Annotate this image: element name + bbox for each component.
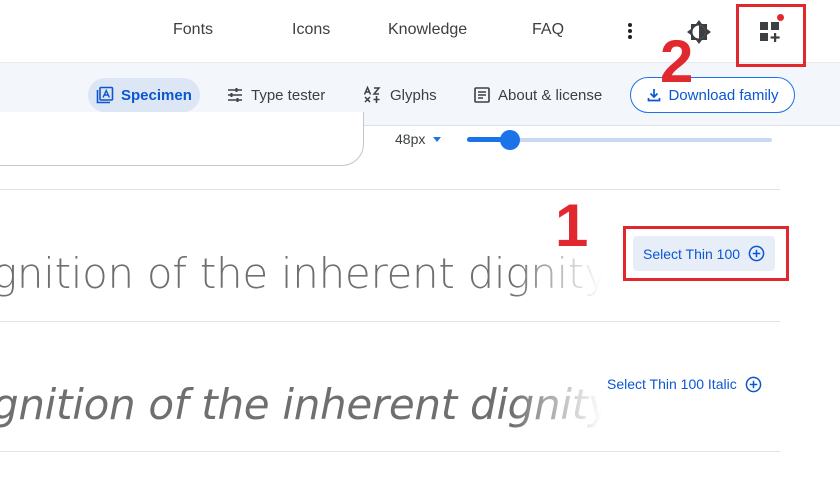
article-icon: [474, 87, 490, 103]
tab-type-tester[interactable]: Type tester: [218, 78, 333, 112]
add-circle-icon: [745, 376, 762, 392]
more-options-icon[interactable]: [622, 21, 638, 41]
annotation-box-selected-families: [736, 4, 806, 67]
font-size-value: 48px: [395, 131, 426, 147]
nav-link-icons[interactable]: Icons: [292, 21, 330, 39]
specimen-icon: [96, 86, 114, 104]
nav-link-faq[interactable]: FAQ: [532, 21, 564, 39]
annotation-box-select-thin-100: [623, 226, 789, 281]
nav-link-knowledge[interactable]: Knowledge: [388, 21, 467, 39]
tune-icon: [228, 88, 242, 102]
font-sample-thin-100: gnition of the inherent dignity: [0, 249, 602, 298]
top-app-bar: Fonts Icons Knowledge FAQ: [0, 0, 840, 62]
font-sample-thin-100-italic: gnition of the inherent dignity: [0, 380, 602, 429]
preview-text-input[interactable]: [0, 112, 364, 166]
row-divider: [0, 189, 780, 190]
tab-type-tester-label: Type tester: [251, 86, 326, 104]
tab-glyphs-label: Glyphs: [390, 86, 437, 104]
font-size-slider[interactable]: [467, 130, 772, 150]
nav-link-fonts[interactable]: Fonts: [173, 21, 213, 39]
slider-thumb[interactable]: [499, 130, 520, 150]
row-divider: [0, 321, 780, 322]
select-thin-100-italic-button[interactable]: Select Thin 100 Italic: [607, 374, 762, 394]
glyphs-icon: [363, 86, 381, 103]
tab-glyphs[interactable]: Glyphs: [355, 78, 445, 112]
tab-about-license[interactable]: About & license: [465, 78, 610, 112]
download-family-button[interactable]: Download family: [630, 77, 795, 113]
row-divider: [0, 451, 780, 452]
dropdown-caret-icon: [433, 136, 442, 142]
annotation-step-1: 1: [555, 192, 589, 259]
tab-specimen-label: Specimen: [121, 86, 192, 104]
select-thin-100-italic-label: Select Thin 100 Italic: [607, 376, 737, 392]
tab-about-license-label: About & license: [498, 86, 603, 104]
tab-specimen[interactable]: Specimen: [88, 78, 200, 112]
annotation-step-2: 2: [660, 28, 694, 95]
font-size-select[interactable]: 48px: [395, 131, 442, 147]
